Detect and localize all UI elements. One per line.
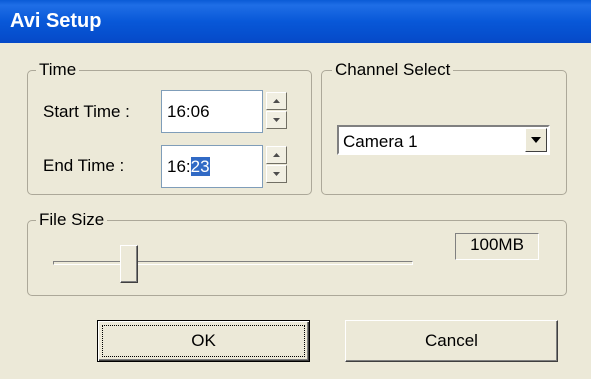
ok-button-label: OK (191, 331, 216, 350)
end-time-spinner[interactable] (266, 146, 287, 184)
file-size-slider-thumb[interactable] (120, 245, 138, 283)
time-group-legend: Time (36, 59, 80, 81)
file-size-slider-track[interactable] (53, 261, 413, 265)
file-size-value-box: 100MB (455, 233, 539, 260)
start-minute: 06 (190, 102, 210, 121)
channel-selected-value: Camera 1 (343, 132, 418, 151)
dropdown-arrow-icon (531, 137, 541, 143)
channel-select-legend: Channel Select (332, 59, 454, 81)
file-size-value: 100MB (470, 235, 524, 254)
channel-select-dropdown[interactable]: Camera 1 (337, 125, 550, 155)
end-hour: 16 (167, 157, 186, 176)
end-time-label: End Time : (43, 156, 125, 175)
start-time-field[interactable]: 16:06 (161, 90, 263, 133)
cancel-button-label: Cancel (425, 331, 478, 350)
end-time-up-button[interactable] (266, 146, 287, 164)
start-time-down-button[interactable] (266, 111, 287, 129)
spin-up-icon (273, 153, 280, 157)
window-title: Avi Setup (10, 10, 102, 32)
end-time-down-button[interactable] (266, 165, 287, 183)
spin-down-icon (273, 172, 280, 176)
spin-up-icon (273, 99, 280, 103)
start-time-label: Start Time : (43, 102, 130, 121)
title-bar[interactable]: Avi Setup (0, 0, 591, 43)
start-hour: 16 (167, 102, 186, 121)
ok-button[interactable]: OK (97, 320, 310, 362)
spin-down-icon (273, 118, 280, 122)
cancel-button[interactable]: Cancel (345, 320, 558, 362)
start-time-up-button[interactable] (266, 92, 287, 110)
end-colon: : (185, 157, 191, 176)
file-size-legend: File Size (36, 209, 108, 231)
start-time-spinner[interactable] (266, 92, 287, 130)
end-time-field[interactable]: 16:23 (161, 145, 263, 188)
channel-dropdown-button[interactable] (525, 128, 547, 152)
end-minute-selection: 23 (190, 157, 210, 176)
